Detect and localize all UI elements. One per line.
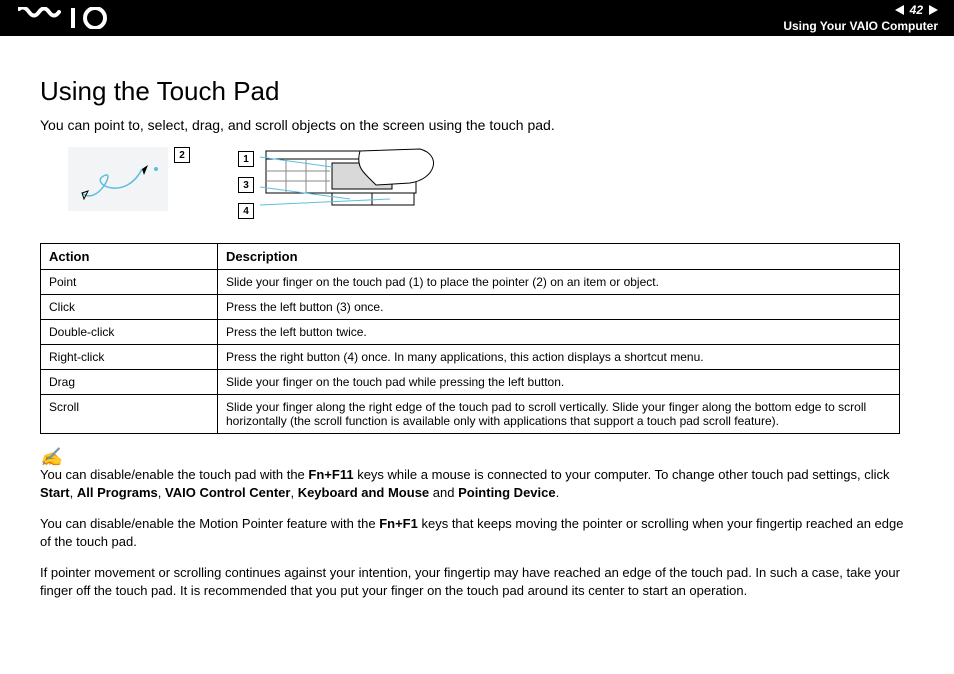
- page-number: 42: [910, 3, 923, 17]
- actions-table: Action Description PointSlide your finge…: [40, 243, 900, 434]
- notes: ✍ You can disable/enable the touch pad w…: [40, 450, 914, 599]
- table-row: PointSlide your finger on the touch pad …: [41, 270, 900, 295]
- illustration-touchpad: 1 3 4: [238, 147, 440, 229]
- table-row: ScrollSlide your finger along the right …: [41, 395, 900, 434]
- illustration-pointer: 2: [68, 147, 190, 211]
- intro-text: You can point to, select, drag, and scro…: [40, 117, 914, 133]
- section-label: Using Your VAIO Computer: [783, 19, 938, 33]
- page-title: Using the Touch Pad: [40, 76, 914, 107]
- callout-3: 3: [238, 177, 254, 193]
- table-row: ClickPress the left button (3) once.: [41, 295, 900, 320]
- note-2: You can disable/enable the Motion Pointe…: [40, 515, 914, 550]
- prev-page-icon[interactable]: [895, 5, 904, 15]
- callout-1: 1: [238, 151, 254, 167]
- th-desc: Description: [218, 244, 900, 270]
- vaio-logo: [18, 0, 114, 36]
- next-page-icon[interactable]: [929, 5, 938, 15]
- header-right: 42 Using Your VAIO Computer: [783, 3, 938, 33]
- table-row: Double-clickPress the left button twice.: [41, 320, 900, 345]
- note-1: You can disable/enable the touch pad wit…: [40, 466, 914, 501]
- note-3: If pointer movement or scrolling continu…: [40, 564, 914, 599]
- callout-4: 4: [238, 203, 254, 219]
- header-bar: 42 Using Your VAIO Computer: [0, 0, 954, 36]
- callout-col-left: 1 3 4: [238, 147, 254, 219]
- table-row: DragSlide your finger on the touch pad w…: [41, 370, 900, 395]
- table-row: Right-clickPress the right button (4) on…: [41, 345, 900, 370]
- note-icon: ✍: [40, 448, 62, 466]
- page-content: Using the Touch Pad You can point to, se…: [0, 36, 954, 633]
- illustration-row: 2 1 3 4: [68, 147, 914, 229]
- th-action: Action: [41, 244, 218, 270]
- page-nav: 42: [895, 3, 938, 17]
- callout-2: 2: [174, 147, 190, 163]
